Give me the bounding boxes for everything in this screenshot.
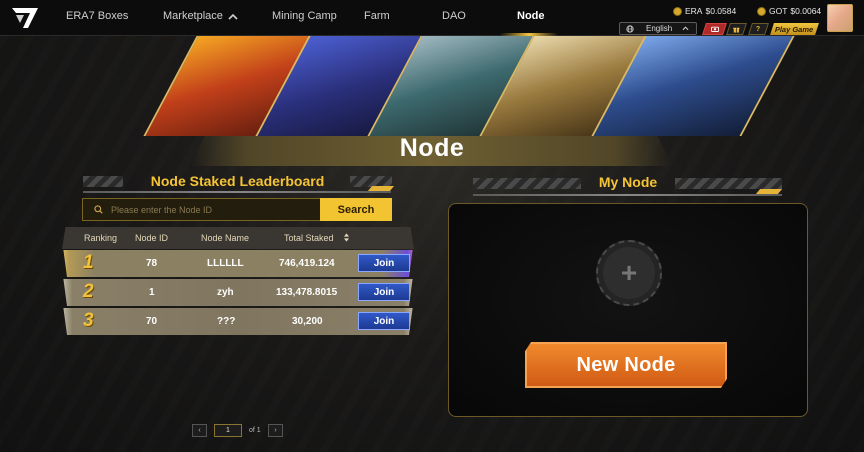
node-name: LLLLLL — [207, 258, 244, 269]
prev-page-button[interactable]: ‹ — [192, 424, 207, 437]
camera-button[interactable] — [702, 23, 727, 35]
rank-number: 1 — [83, 252, 94, 273]
chevron-up-icon — [682, 26, 689, 31]
next-page-button[interactable]: › — [268, 424, 283, 437]
search-box — [82, 198, 320, 221]
join-button[interactable]: Join — [358, 254, 410, 272]
sort-icon[interactable] — [344, 233, 349, 242]
nav-era7-boxes[interactable]: ERA7 Boxes — [66, 10, 128, 22]
era7-logo[interactable] — [10, 6, 40, 30]
page: ERA7 Boxes Marketplace Mining Camp Farm … — [0, 0, 864, 452]
col-total-staked[interactable]: Total Staked — [284, 233, 334, 243]
col-node-id: Node ID — [135, 233, 169, 243]
era-value: $0.0584 — [705, 6, 737, 16]
question-icon: ? — [756, 25, 761, 33]
got-symbol: GOT — [769, 6, 788, 16]
search-button[interactable]: Search — [320, 198, 392, 221]
col-ranking: Ranking — [84, 233, 118, 243]
rank-number: 3 — [83, 310, 94, 331]
chevron-up-icon[interactable] — [228, 13, 238, 20]
total-staked: 133,478.8015 — [276, 287, 338, 298]
table-row: 3 70 ??? 30,200 Join — [58, 308, 418, 335]
col-node-name: Node Name — [201, 233, 250, 243]
language-label: English — [646, 24, 673, 33]
new-node-button[interactable]: New Node — [525, 342, 727, 388]
era-price: ERA $0.0584 — [673, 6, 736, 16]
node-id-search-input[interactable] — [111, 204, 311, 215]
nav-marketplace[interactable]: Marketplace — [163, 10, 223, 22]
gift-icon — [733, 27, 740, 33]
language-select[interactable]: English — [619, 22, 697, 35]
leaderboard-table: Ranking Node ID Node Name Total Staked 1… — [58, 227, 418, 337]
page-input[interactable]: 1 — [214, 424, 242, 437]
top-nav: ERA7 Boxes Marketplace Mining Camp Farm … — [0, 0, 864, 36]
page-total: of 1 — [249, 427, 261, 434]
avatar[interactable] — [827, 4, 853, 32]
header-stripe-left — [83, 176, 123, 187]
nav-farm[interactable]: Farm — [364, 10, 390, 22]
total-staked: 30,200 — [292, 316, 323, 327]
join-button[interactable]: Join — [358, 283, 410, 301]
node-id: 70 — [146, 316, 158, 327]
node-name: ??? — [217, 316, 236, 327]
total-staked: 746,419.124 — [279, 258, 335, 269]
play-game-button[interactable]: Play Game — [770, 23, 819, 35]
mynode-stripe-left — [473, 178, 581, 189]
table-header: Ranking Node ID Node Name Total Staked — [62, 227, 414, 249]
hero-banner — [140, 36, 795, 138]
got-price: GOT $0.0064 — [757, 6, 821, 16]
plus-icon: + — [603, 247, 655, 299]
node-name: zyh — [217, 287, 234, 298]
got-value: $0.0064 — [790, 6, 822, 16]
leaderboard-title: Node Staked Leaderboard — [150, 173, 325, 189]
join-button[interactable]: Join — [358, 312, 410, 330]
got-coin-icon — [757, 6, 766, 16]
rank-number: 2 — [83, 281, 94, 302]
globe-icon — [626, 24, 634, 33]
play-game-label: Play Game — [775, 24, 814, 34]
table-row: 2 1 zyh 133,478.8015 Join — [58, 279, 418, 306]
table-row: 1 78 LLLLLL 746,419.124 Join — [58, 250, 418, 277]
add-node-button[interactable]: + — [596, 240, 662, 306]
help-button[interactable]: ? — [748, 23, 769, 35]
my-node-title: My Node — [598, 174, 658, 190]
era-symbol: ERA — [685, 6, 703, 16]
gift-button[interactable] — [726, 23, 747, 35]
node-id: 78 — [146, 258, 158, 269]
camera-icon — [710, 26, 719, 32]
era-coin-icon — [673, 6, 682, 16]
nav-node[interactable]: Node — [517, 10, 545, 22]
header-underline — [83, 191, 391, 193]
search-icon — [94, 205, 103, 214]
mynode-underline — [473, 194, 782, 196]
node-id: 1 — [149, 287, 155, 298]
nav-mining-camp[interactable]: Mining Camp — [272, 10, 337, 22]
nav-dao[interactable]: DAO — [442, 10, 466, 22]
mynode-stripe-right — [675, 178, 782, 189]
page-title: Node — [399, 134, 465, 162]
